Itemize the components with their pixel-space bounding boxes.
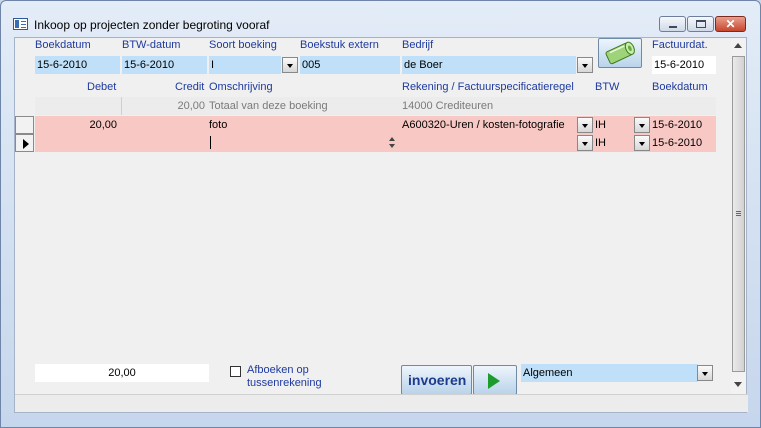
play-icon [488,373,500,389]
money-button[interactable] [598,38,642,68]
row-selector-current[interactable] [15,134,34,152]
factuurdat-label: Factuurdat. [652,39,708,51]
record-selector-icon [23,139,29,149]
scroll-thumb[interactable] [732,56,745,372]
bedrijf-field[interactable]: de Boer [402,56,576,74]
col-omschrijving: Omschrijving [209,81,273,93]
form-icon [13,18,28,30]
scroll-down-icon[interactable] [734,382,742,387]
minimize-button[interactable] [659,16,686,32]
col-rekening: Rekening / Factuurspecificatieregel [402,81,574,93]
row2-btw[interactable]: IH [595,134,606,152]
main-window: Inkoop op projecten zonder begroting voo… [0,0,761,428]
row1-boekdatum[interactable]: 15-6-2010 [652,116,702,134]
grip-icon [736,211,741,212]
algemeen-select[interactable]: Algemeen [521,364,698,382]
close-button[interactable]: ✕ [715,16,746,32]
invoeren-label: invoeren [408,372,467,388]
window-title: Inkoop op projecten zonder begroting voo… [34,18,270,32]
row1-rekening[interactable]: A600320-Uren / kosten-fotografie [402,116,565,134]
afboeken-checkbox[interactable] [230,366,241,377]
boekdatum-label: Boekdatum [35,39,91,51]
maximize-button[interactable] [687,16,714,32]
table-row[interactable] [35,116,716,134]
total-rekening: 14000 Crediteuren [402,100,494,112]
row1-btw[interactable]: IH [595,116,606,134]
row2-rekening-dropdown[interactable] [577,135,593,151]
bedrijf-dropdown-button[interactable] [577,57,593,73]
col-boekdatum: Boekdatum [652,81,708,93]
maximize-icon [696,20,706,28]
boekstuk-extern-field[interactable]: 005 [300,56,400,74]
btw-datum-label: BTW-datum [122,39,181,51]
invoeren-button[interactable]: invoeren [401,365,472,395]
money-roll-icon [605,41,635,65]
footer-total: 20,00 [35,364,209,382]
title-bar: Inkoop op projecten zonder begroting voo… [1,1,760,35]
play-button[interactable] [473,365,517,395]
row-selector[interactable] [15,116,34,134]
bedrijf-label: Bedrijf [402,39,434,51]
col-credit: Credit [175,81,205,93]
vertical-scrollbar[interactable] [731,38,746,394]
row1-omschrijving[interactable]: foto [209,116,227,134]
boekdatum-field[interactable]: 15-6-2010 [35,56,120,74]
form-body: Boekdatum BTW-datum Soort boeking Boekst… [14,37,748,413]
afboeken-label-line2: tussenrekening [247,377,322,389]
soort-boeking-field[interactable]: I [209,56,281,74]
total-omschrijving: Totaal van deze boeking [209,100,328,112]
btw-datum-field[interactable]: 15-6-2010 [122,56,207,74]
soort-boeking-dropdown-button[interactable] [282,57,298,73]
afboeken-label-line1: Afboeken op [247,364,309,376]
close-icon: ✕ [725,17,736,31]
text-caret [210,136,211,149]
table-row[interactable] [35,134,716,152]
row1-btw-dropdown[interactable] [634,117,650,133]
row2-boekdatum[interactable]: 15-6-2010 [652,134,702,152]
scroll-up-icon[interactable] [734,43,742,48]
algemeen-dropdown-button[interactable] [697,365,713,381]
col-debet: Debet [87,81,117,93]
factuurdat-field[interactable]: 15-6-2010 [652,56,716,74]
total-credit: 20,00 [177,100,205,112]
col-btw: BTW [595,81,620,93]
total-row-divider [121,97,122,115]
row1-rekening-dropdown[interactable] [577,117,593,133]
minimize-icon [669,26,677,28]
boekstuk-extern-label: Boekstuk extern [300,39,379,51]
row2-omschrijving-spinner[interactable] [388,136,396,150]
row1-debet[interactable]: 20,00 [35,116,117,134]
soort-boeking-label: Soort boeking [209,39,277,51]
bottom-strip [15,394,748,412]
row2-btw-dropdown[interactable] [634,135,650,151]
